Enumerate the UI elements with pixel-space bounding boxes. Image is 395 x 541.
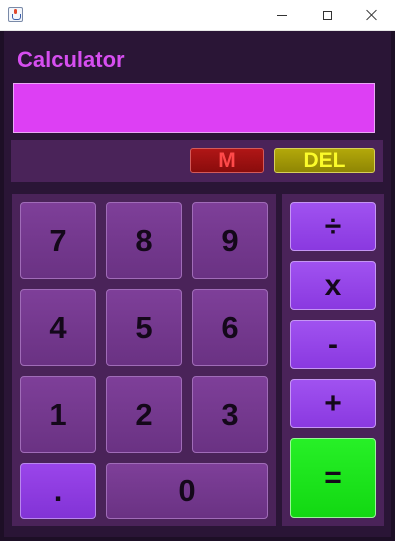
add-button[interactable]: + [290,379,376,428]
close-icon [366,9,378,21]
key-8[interactable]: 8 [106,202,182,279]
key-9[interactable]: 9 [192,202,268,279]
close-button[interactable] [349,0,395,30]
memory-row: M DEL [11,140,383,182]
maximize-button[interactable] [304,0,350,30]
equals-button[interactable]: = [290,438,376,518]
key-4[interactable]: 4 [20,289,96,366]
memory-button[interactable]: M [190,148,264,173]
divide-button[interactable]: ÷ [290,202,376,251]
multiply-button[interactable]: x [290,261,376,310]
minimize-icon [277,14,287,16]
maximize-icon [322,10,332,20]
java-cup-icon [8,7,23,22]
number-pad: 7 8 9 4 5 6 1 2 3 . 0 [12,194,276,526]
key-6[interactable]: 6 [192,289,268,366]
key-3[interactable]: 3 [192,376,268,453]
key-5[interactable]: 5 [106,289,182,366]
calculator-display [13,83,375,133]
delete-button[interactable]: DEL [274,148,375,173]
window-title-bar [0,0,395,31]
app-title: Calculator [17,47,125,72]
key-2[interactable]: 2 [106,376,182,453]
calculator-panel: Calculator M DEL 7 8 9 4 5 6 1 2 3 . 0 ÷… [4,31,391,537]
minimize-button[interactable] [259,0,305,30]
key-7[interactable]: 7 [20,202,96,279]
operator-pad: ÷ x - + = [282,194,384,526]
key-decimal[interactable]: . [20,463,96,519]
key-0[interactable]: 0 [106,463,268,519]
key-1[interactable]: 1 [20,376,96,453]
subtract-button[interactable]: - [290,320,376,369]
